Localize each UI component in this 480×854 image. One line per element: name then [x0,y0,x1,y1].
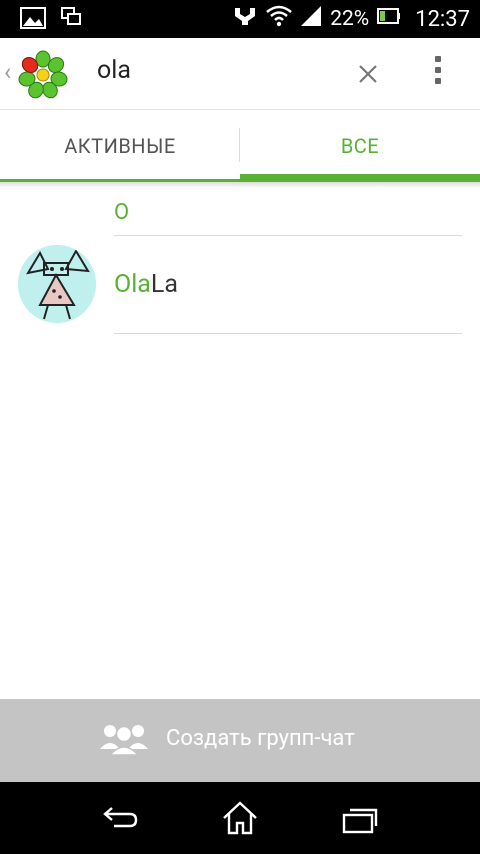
list-item[interactable]: OlaLa [0,240,480,336]
status-bar: 22% 12:37 [0,0,480,38]
contact-name: OlaLa [114,270,178,299]
battery-icon [377,6,401,32]
create-group-chat-button[interactable]: Создать групп-чат [0,699,480,782]
search-input[interactable]: ola [97,56,131,85]
icq-flower-logo[interactable] [18,50,68,100]
gallery-icon [20,6,46,34]
section-divider [114,235,462,236]
back-chevron-icon[interactable]: ‹ [4,60,11,84]
clock: 12:37 [415,6,470,32]
wifi-icon [266,5,293,33]
battery-text: 22% [330,7,370,31]
create-group-chat-label: Создать групп-чат [166,726,355,751]
group-people-icon [100,721,148,757]
tab-active[interactable]: АКТИВНЫЕ [0,110,240,182]
overflow-menu-icon[interactable] [426,56,450,92]
navigation-bar [0,782,480,854]
screen-mirror-icon [60,6,82,34]
tab-selected-indicator [240,174,480,182]
row-divider [114,333,462,334]
section-letter: O [114,200,130,225]
search-screen: 22% 12:37 ‹ ola АКТИВНЫЕ ВСЕ O OlaLa Соз… [0,0,480,854]
signal-icon [300,5,322,33]
usb-debug-icon [232,5,258,33]
recents-icon[interactable] [340,800,380,836]
search-toolbar: ‹ ola [0,38,480,110]
back-icon[interactable] [100,800,140,836]
tab-all[interactable]: ВСЕ [240,110,480,182]
avatar [18,245,96,323]
tab-bar: АКТИВНЫЕ ВСЕ [0,110,480,182]
home-icon[interactable] [220,800,260,836]
contact-name-match: Ola [114,270,151,299]
close-icon[interactable] [350,56,386,92]
tabs-shadow [0,182,480,188]
contact-name-rest: La [150,270,178,299]
